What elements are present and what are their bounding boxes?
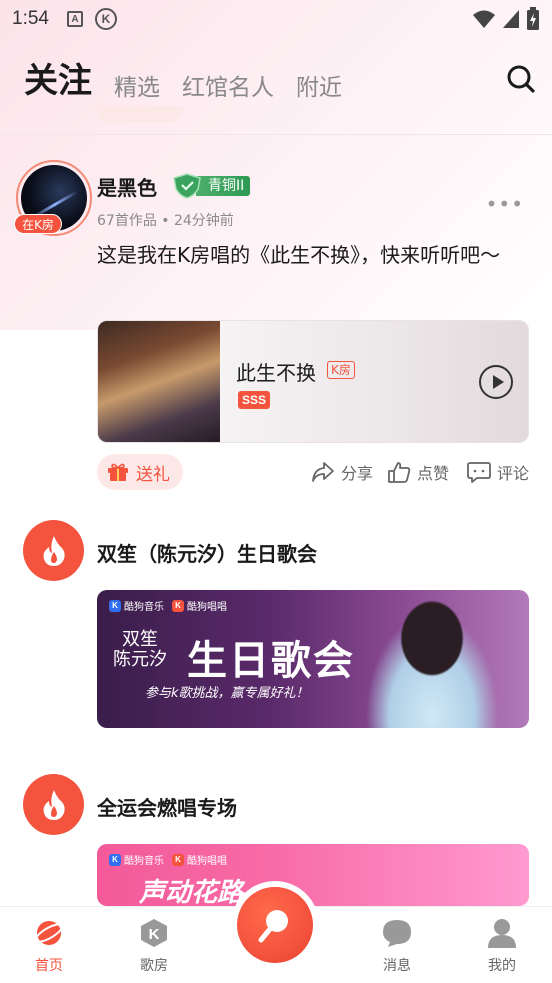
banner-artist: 双笙 陈元汐 bbox=[113, 629, 167, 670]
singer-image bbox=[357, 600, 507, 728]
feed[interactable]: 在K房 是黑色 青铜II 67首作品 • 24分钟前 ••• 这是我在K房唱的《… bbox=[0, 106, 552, 906]
chat-bubble-icon bbox=[383, 920, 411, 947]
bottom-nav: 首页 K 歌房 消息 我的 bbox=[0, 887, 552, 983]
thumbs-up-icon bbox=[388, 462, 411, 483]
like-button[interactable]: 点赞 bbox=[387, 460, 449, 484]
more-options-icon[interactable]: ••• bbox=[486, 194, 524, 214]
search-icon[interactable] bbox=[506, 64, 536, 94]
like-label: 点赞 bbox=[417, 464, 450, 483]
song-title: 此生不换 bbox=[236, 361, 316, 385]
kugou-music-logo: K 酷狗音乐 bbox=[109, 852, 164, 867]
k-room-tag: K房 bbox=[327, 361, 355, 379]
banner-headline: 生日歌会 bbox=[187, 637, 355, 684]
gift-button[interactable]: 送礼 bbox=[97, 454, 183, 490]
song-card[interactable]: 此生不换 K房 SSS bbox=[97, 320, 529, 443]
banner-slogan: 参与k歌挑战，赢专属好礼！ bbox=[145, 686, 309, 701]
shield-icon bbox=[173, 173, 201, 199]
nav-label: 歌房 bbox=[140, 958, 168, 974]
feed-post: 在K房 是黑色 青铜II 67首作品 • 24分钟前 ••• 这是我在K房唱的《… bbox=[0, 156, 552, 490]
share-icon bbox=[312, 462, 334, 482]
signal-icon bbox=[503, 10, 519, 28]
banner-logos: K 酷狗音乐 K 酷狗唱唱 bbox=[109, 852, 227, 867]
level-label: 青铜II bbox=[196, 176, 251, 196]
nav-k-room[interactable]: K 歌房 bbox=[124, 917, 184, 975]
score-badge: SSS bbox=[238, 391, 271, 409]
nav-messages[interactable]: 消息 bbox=[367, 917, 427, 975]
nav-profile[interactable]: 我的 bbox=[472, 917, 532, 975]
level-badge: 青铜II bbox=[172, 173, 251, 199]
event-banner[interactable]: K 酷狗音乐 K 酷狗唱唱 声动花路 bbox=[97, 844, 529, 906]
svg-text:K: K bbox=[149, 926, 160, 943]
flame-icon bbox=[23, 774, 84, 835]
post-text: 这是我在K房唱的《此生不换》，快来听听吧～ bbox=[97, 243, 501, 267]
microphone-icon bbox=[258, 910, 288, 943]
nav-label: 首页 bbox=[35, 958, 63, 974]
wifi-icon bbox=[473, 10, 495, 28]
section-title[interactable]: 双笙（陈元汐）生日歌会 bbox=[97, 538, 317, 567]
in-k-room-badge: 在K房 bbox=[14, 214, 62, 234]
gift-label: 送礼 bbox=[136, 464, 170, 485]
nav-label: 消息 bbox=[383, 958, 411, 974]
tab-featured[interactable]: 精选 bbox=[114, 77, 160, 106]
top-tab-bar: 关注 精选 红馆名人 附近 bbox=[0, 56, 552, 106]
kugou-sing-logo: K 酷狗唱唱 bbox=[172, 852, 227, 867]
comment-label: 评论 bbox=[497, 464, 530, 483]
previous-gift-button[interactable] bbox=[97, 106, 183, 122]
tab-celebrities[interactable]: 红馆名人 bbox=[182, 77, 274, 106]
a-notification-icon: A bbox=[66, 11, 83, 27]
banner-headline: 声动花路 bbox=[139, 878, 244, 906]
status-bar: 1:54 A K bbox=[0, 0, 552, 38]
gift-icon bbox=[108, 463, 128, 481]
username[interactable]: 是黑色 bbox=[97, 172, 157, 201]
comment-button[interactable]: 评论 bbox=[467, 460, 529, 484]
tab-nearby[interactable]: 附近 bbox=[296, 77, 342, 106]
previous-post-peek bbox=[97, 106, 527, 124]
play-icon[interactable] bbox=[479, 365, 513, 399]
share-label: 分享 bbox=[341, 464, 374, 483]
kugou-music-logo: K 酷狗音乐 bbox=[109, 598, 164, 613]
k-app-icon: K bbox=[94, 8, 117, 30]
k-room-icon: K bbox=[141, 919, 167, 947]
planet-icon bbox=[34, 921, 64, 945]
status-right-icons bbox=[472, 7, 540, 31]
nav-home[interactable]: 首页 bbox=[19, 917, 79, 975]
tab-following[interactable]: 关注 bbox=[24, 64, 92, 106]
divider bbox=[0, 134, 552, 135]
flame-icon bbox=[23, 520, 84, 581]
event-section: 双笙（陈元汐）生日歌会 K 酷狗音乐 K 酷狗唱唱 双笙 陈元汐 生日歌会 参与k歌… bbox=[0, 520, 552, 750]
kugou-sing-logo: K 酷狗唱唱 bbox=[172, 598, 227, 613]
battery-icon bbox=[527, 7, 539, 30]
post-actions: 送礼 分享 点赞 评论 bbox=[97, 454, 529, 490]
microphone-button[interactable] bbox=[237, 887, 313, 963]
event-banner[interactable]: K 酷狗音乐 K 酷狗唱唱 双笙 陈元汐 生日歌会 参与k歌挑战，赢专属好礼！ bbox=[97, 590, 529, 728]
status-time: 1:54 bbox=[12, 8, 49, 29]
nav-label: 我的 bbox=[488, 958, 516, 974]
banner-logos: K 酷狗音乐 K 酷狗唱唱 bbox=[109, 598, 227, 613]
song-cover-image bbox=[98, 321, 220, 442]
comment-icon bbox=[467, 462, 491, 483]
post-meta: 67首作品 • 24分钟前 bbox=[97, 213, 234, 229]
profile-icon bbox=[488, 919, 516, 948]
share-button[interactable]: 分享 bbox=[311, 460, 373, 484]
section-title[interactable]: 全运会燃唱专场 bbox=[97, 792, 237, 821]
